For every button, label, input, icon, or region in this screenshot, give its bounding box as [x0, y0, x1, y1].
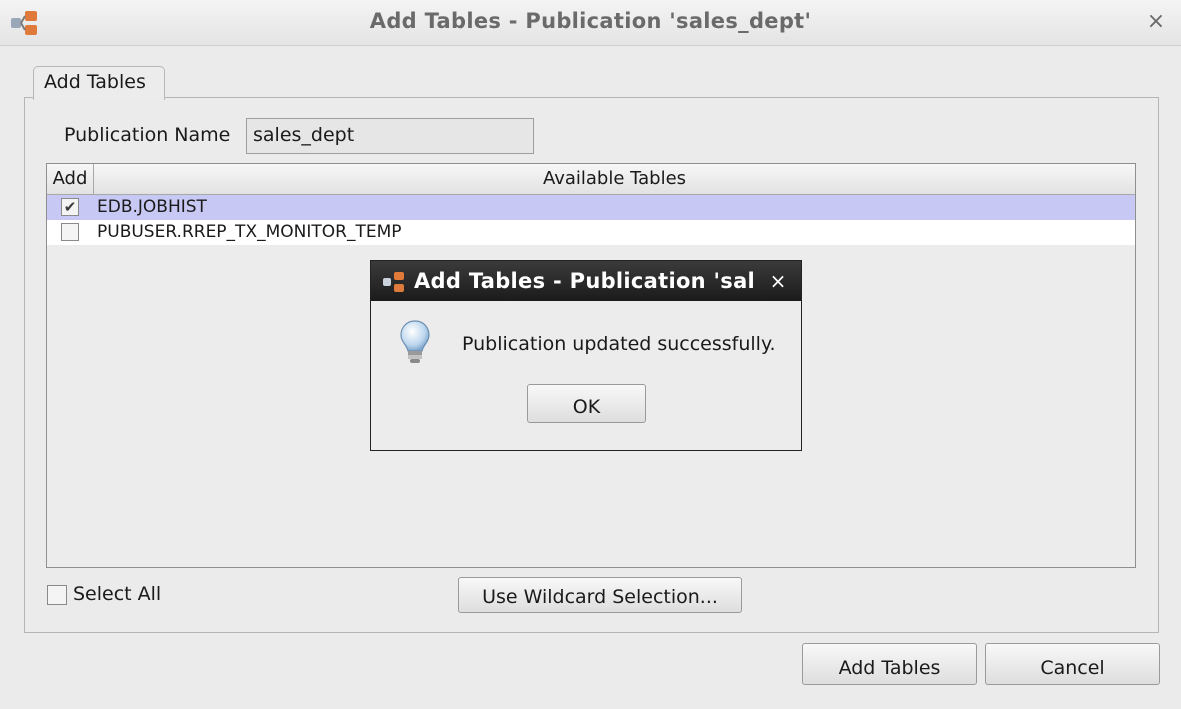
window-titlebar: Add Tables - Publication 'sales_dept' ×: [0, 0, 1181, 46]
add-tables-button[interactable]: Add Tables: [802, 643, 977, 685]
wildcard-selection-button[interactable]: Use Wildcard Selection...: [458, 577, 742, 613]
row-checkbox[interactable]: [61, 223, 79, 241]
cancel-button[interactable]: Cancel: [985, 643, 1160, 685]
select-all-checkbox[interactable]: [47, 585, 67, 605]
dialog-message: Publication updated successfully.: [462, 333, 776, 355]
select-all-label[interactable]: Select All: [73, 583, 161, 605]
dialog-title: Add Tables - Publication 'sal: [414, 269, 756, 293]
table-row[interactable]: PUBUSER.RREP_TX_MONITOR_TEMP: [47, 220, 1135, 245]
close-icon[interactable]: ×: [767, 269, 789, 293]
success-dialog: Add Tables - Publication 'sal × Publicat…: [370, 260, 802, 451]
row-checkbox[interactable]: ✔: [61, 198, 79, 216]
table-header: Add Available Tables: [47, 164, 1135, 195]
column-header-add[interactable]: Add: [47, 164, 94, 194]
publication-name-field[interactable]: sales_dept: [246, 118, 534, 154]
lightbulb-icon: [400, 320, 430, 363]
close-icon[interactable]: ×: [1145, 9, 1167, 35]
table-row[interactable]: ✔ EDB.JOBHIST: [47, 195, 1135, 220]
replication-server-icon: [383, 272, 404, 292]
column-header-available-tables[interactable]: Available Tables: [94, 164, 1135, 194]
publication-name-label: Publication Name: [64, 124, 231, 146]
tab-add-tables[interactable]: Add Tables: [33, 66, 165, 100]
ok-button[interactable]: OK: [527, 384, 646, 423]
window-title: Add Tables - Publication 'sales_dept': [369, 9, 812, 33]
dialog-titlebar: Add Tables - Publication 'sal ×: [371, 261, 801, 301]
table-name: EDB.JOBHIST: [97, 197, 207, 217]
table-name: PUBUSER.RREP_TX_MONITOR_TEMP: [97, 222, 402, 242]
